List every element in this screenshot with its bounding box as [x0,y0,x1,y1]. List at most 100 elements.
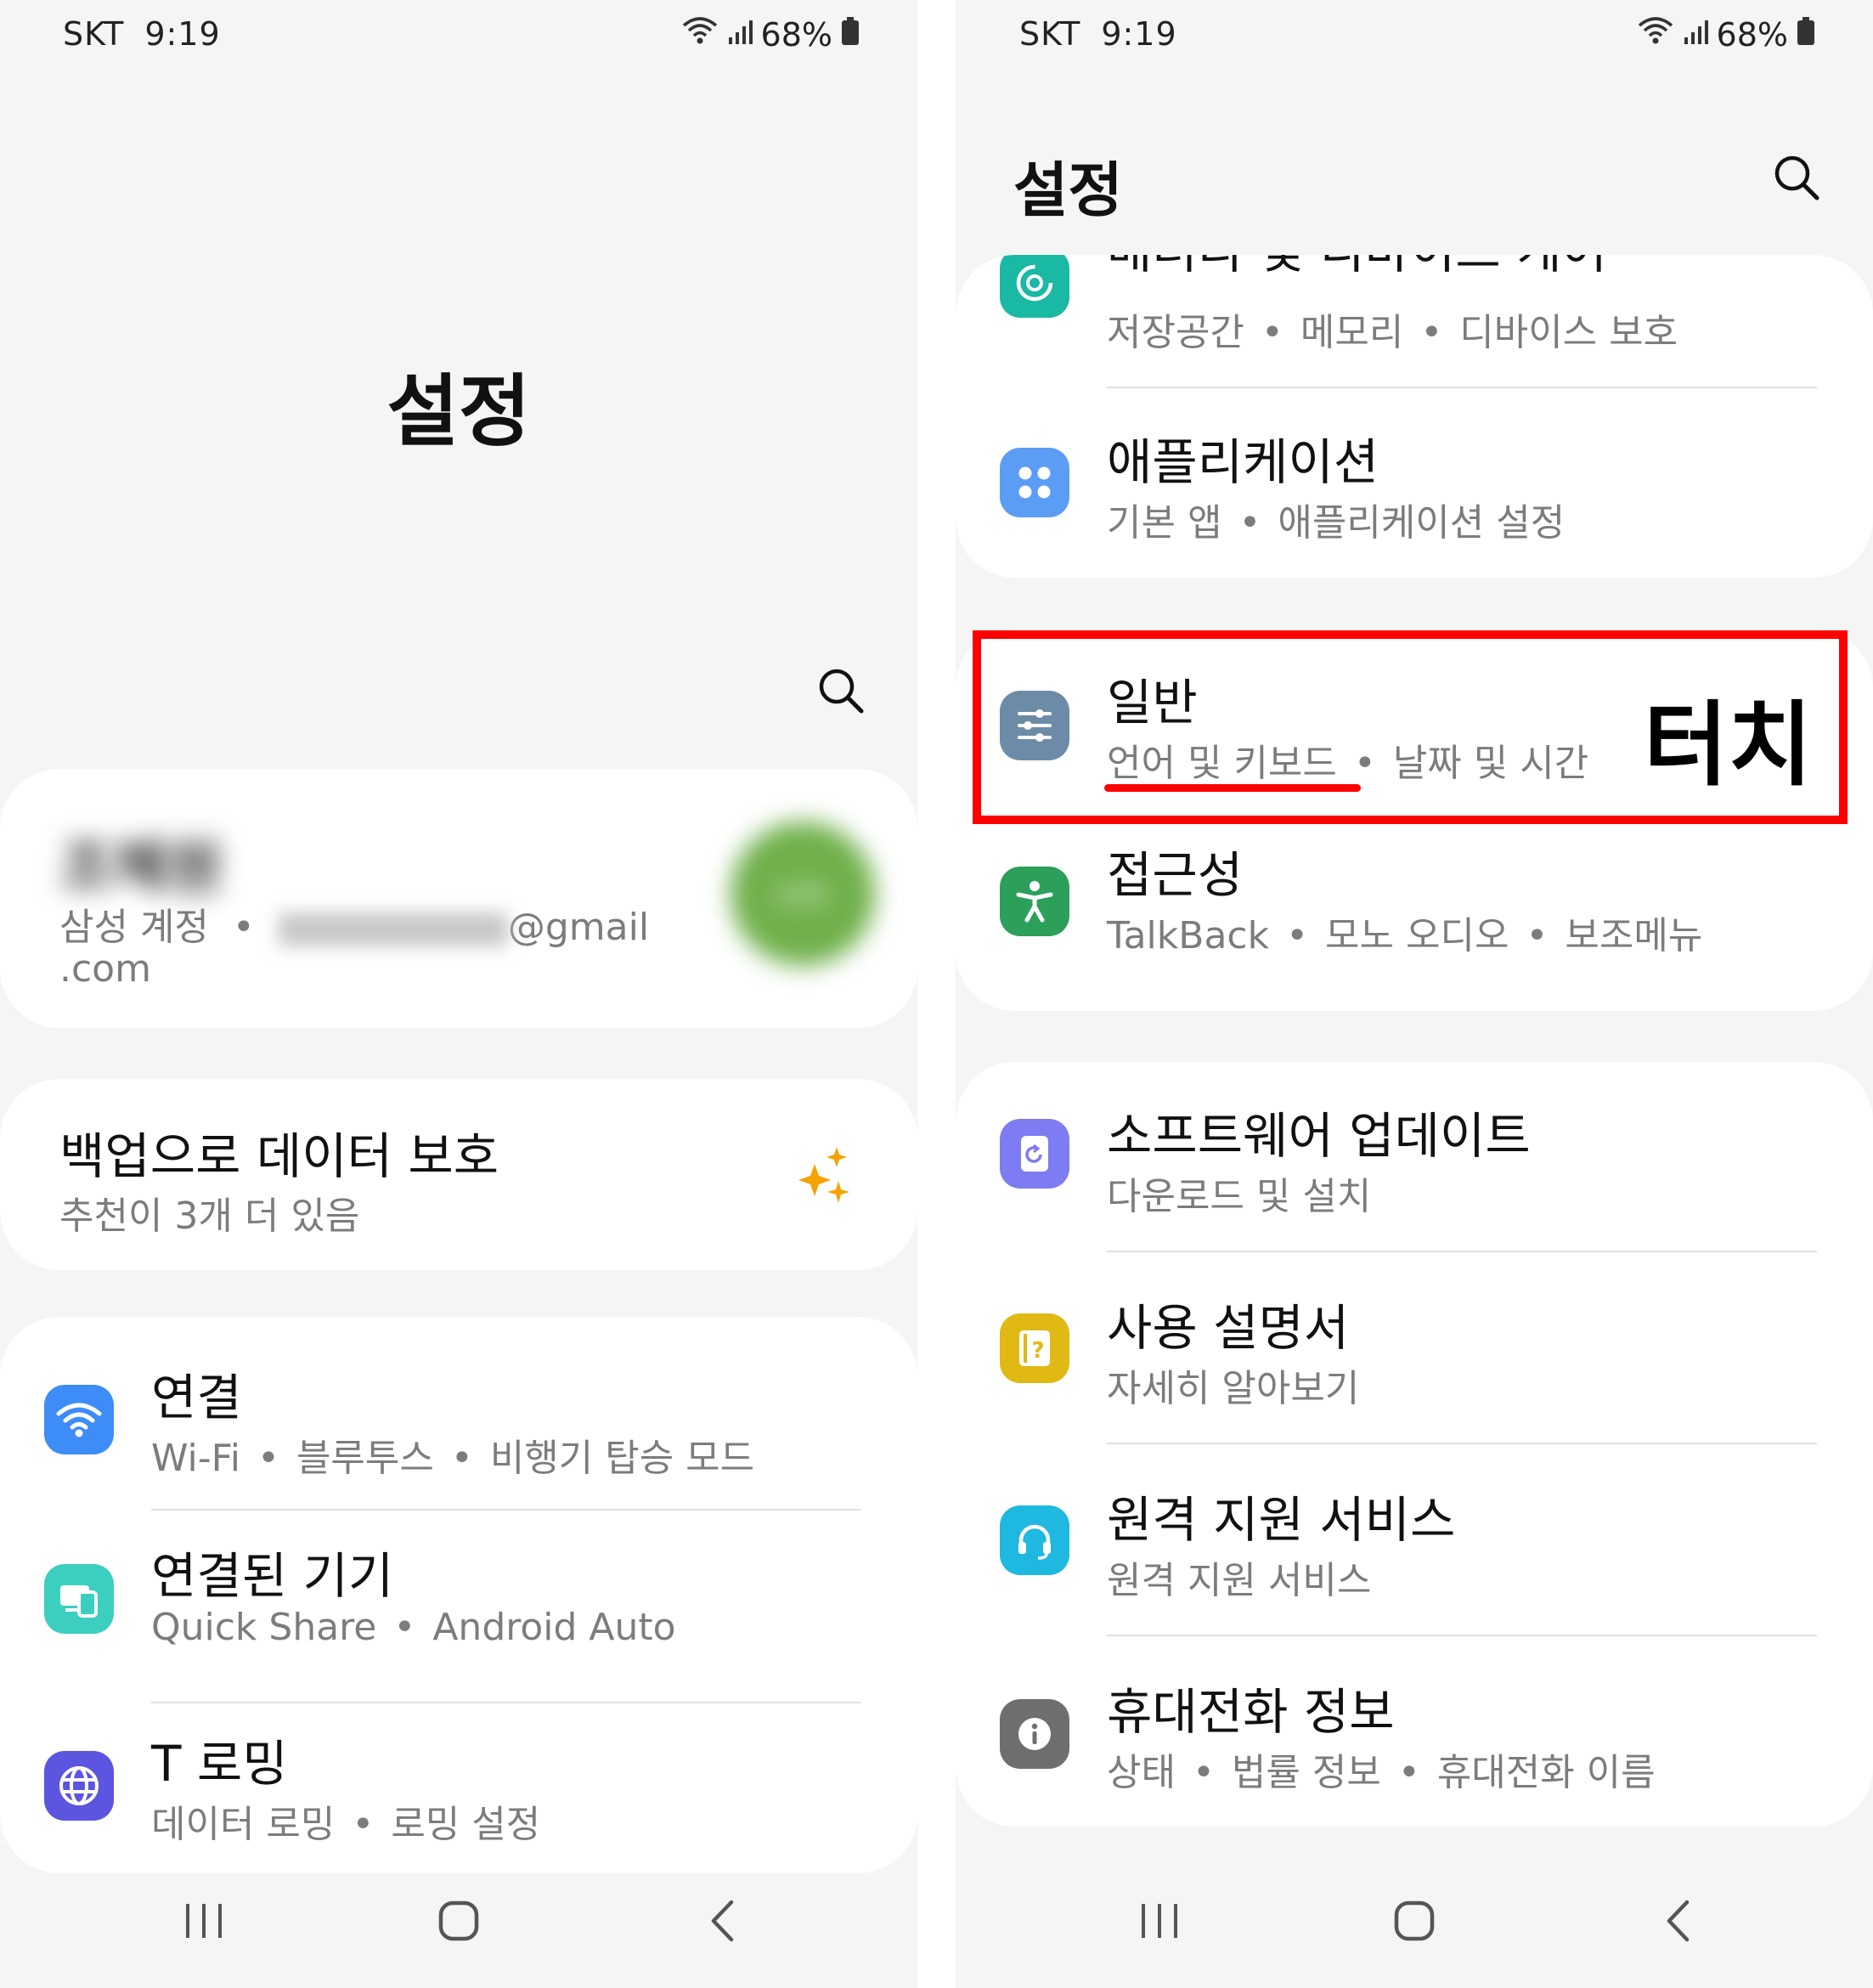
item-sub-wifi: Wi-Fi [151,1437,240,1480]
backup-subtitle: 추천이 3개 더 있음 [59,1194,360,1238]
clock: 9:19 [1101,15,1177,53]
globe-icon [44,1751,114,1821]
item-sub-device-protection: 디바이스 보호 [1459,311,1678,354]
item-title: 연결된 기기 [151,1547,394,1605]
search-button[interactable] [1767,150,1826,209]
item-title: 연결 [151,1369,242,1426]
battery-icon [841,16,860,54]
item-title: T 로밍 [151,1735,288,1793]
back-icon [1665,1900,1690,1946]
clock: 9:19 [144,15,221,53]
item-sub-airplane: 비행기 탑승 모드 [489,1437,755,1480]
item-sub-talkback: TalkBack [1107,914,1270,957]
item-sub-roaming-settings: 로밍 설정 [391,1803,541,1846]
home-button[interactable] [1380,1893,1448,1952]
navigation-bar [956,1861,1873,1988]
wifi-status-icon [1637,15,1674,54]
settings-item-connected-devices[interactable]: 연결된 기기 Quick Share • Android Auto [0,1511,917,1703]
settings-card-3: 소프트웨어 업데이트 다운로드 및 설치 ? 사용 설명서 자세히 알아보기 원… [956,1062,1873,1827]
battery-icon [1797,16,1815,54]
item-sub-app-settings: 애플리케이션 설정 [1278,501,1566,545]
settings-item-accessibility[interactable]: 접근성 TalkBack • 모노 오디오 • 보조메뉴 [956,820,1873,1011]
item-sub-bluetooth: 블루투스 [296,1437,434,1480]
carrier-label: SKT [1019,15,1081,53]
headset-icon [1000,1505,1069,1575]
item-sub-default-apps: 기본 앱 [1107,501,1222,545]
software-update-icon [1000,1119,1069,1189]
home-icon [1394,1900,1435,1945]
status-bar: SKT 9:19 68% [0,15,917,59]
item-sub-mono-audio: 모노 오디오 [1325,914,1509,957]
account-email-tld: .com [59,947,151,991]
home-button[interactable] [425,1893,493,1952]
item-title: 애플리케이션 [1107,433,1379,491]
backup-suggestion-card[interactable]: 백업으로 데이터 보호 추천이 3개 더 있음 [0,1079,917,1270]
samsung-account-card[interactable]: 조혜원 삼성 계정 • @gmail .com JHW [0,769,917,1028]
settings-item-software-update[interactable]: 소프트웨어 업데이트 다운로드 및 설치 [956,1062,1873,1253]
item-sub-remote-support: 원격 지원 서비스 [1107,1559,1372,1602]
apps-icon [1000,448,1069,517]
settings-list-card-left: 연결 Wi-Fi • 블루투스 • 비행기 탑승 모드 연결된 기기 Quick Sha… [0,1317,917,1873]
settings-item-phone-info[interactable]: 휴대전화 정보 상태 • 법률 정보 • 휴대전화 이름 [956,1636,1873,1827]
connected-devices-icon [44,1564,114,1634]
home-icon [438,1900,479,1945]
recent-apps-icon [184,1902,223,1943]
account-label: 삼성 계정 [59,906,209,949]
highlight-underline [1104,784,1361,792]
settings-item-battery-device-care[interactable]: 배터리 및 디바이스 케어 저장공간•메모리•디바이스 보호 [956,255,1873,387]
settings-item-t-roaming[interactable]: T 로밍 데이터 로밍 • 로밍 설정 [0,1703,917,1873]
item-sub-download-install: 다운로드 및 설치 [1107,1175,1372,1218]
item-title: 배터리 및 디바이스 케어 [1107,255,1607,282]
navigation-bar [0,1861,917,1988]
scroll-clip-region: 배터리 및 디바이스 케어 저장공간•메모리•디바이스 보호 애플리케이션 기본… [956,255,1873,578]
item-title: 원격 지원 서비스 [1107,1491,1456,1549]
item-title: 소프트웨어 업데이트 [1107,1107,1531,1165]
page-title: 설정 [1013,155,1123,225]
item-sub-status: 상태 [1107,1751,1176,1794]
carrier-label: SKT [63,15,125,53]
item-title: 접근성 [1107,846,1244,904]
battery-percent: 68% [760,15,832,54]
signal-icon [1683,16,1708,54]
account-email-domain: @gmail [507,906,650,949]
recent-apps-button[interactable] [1125,1893,1193,1952]
recent-apps-button[interactable] [170,1893,238,1952]
settings-item-applications[interactable]: 애플리케이션 기본 앱 • 애플리케이션 설정 [956,388,1873,578]
item-sub-legal-info: 법률 정보 [1231,1751,1381,1794]
item-title: 사용 설명서 [1107,1299,1350,1357]
svg-text:?: ? [1031,1338,1044,1364]
avatar-initials: JHW [778,879,827,908]
settings-item-remote-support[interactable]: 원격 지원 서비스 원격 지원 서비스 [956,1444,1873,1636]
email-local-part-redacted [278,912,508,946]
page-title: 설정 [386,366,531,457]
item-sub-data-roaming: 데이터 로밍 [151,1803,336,1846]
search-button[interactable] [811,663,871,722]
back-icon [709,1900,735,1946]
settings-card-1: 배터리 및 디바이스 케어 저장공간•메모리•디바이스 보호 애플리케이션 기본… [956,255,1873,578]
settings-item-connections[interactable]: 연결 Wi-Fi • 블루투스 • 비행기 탑승 모드 [0,1317,917,1512]
backup-title: 백업으로 데이터 보호 [59,1127,499,1185]
item-sub-memory: 메모리 [1300,311,1404,354]
item-sub-learn-more: 자세히 알아보기 [1107,1367,1360,1410]
settings-item-user-manual[interactable]: ? 사용 설명서 자세히 알아보기 [956,1252,1873,1444]
item-sub-phone-name: 휴대전화 이름 [1436,1751,1656,1794]
left-screen: SKT 9:19 68% 설정 조혜원 삼성 계정 • @gmail .com … [0,0,917,1988]
search-icon [1773,154,1820,205]
item-sub-android-auto: Android Auto [432,1606,676,1649]
item-sub-storage: 저장공간 [1107,311,1244,354]
item-sub-assistant-menu: 보조메뉴 [1565,914,1703,957]
avatar[interactable]: JHW [731,822,875,966]
user-manual-icon: ? [1000,1313,1069,1383]
item-sub-quick-share: Quick Share [151,1606,377,1649]
signal-icon [727,16,753,54]
device-care-icon [1000,255,1069,318]
account-name: 조혜원 [59,833,224,902]
back-button[interactable] [1644,1893,1712,1952]
recent-apps-icon [1140,1902,1179,1943]
touch-annotation: 터치 [1644,692,1813,799]
sparkle-icon [794,1147,854,1213]
item-title: 휴대전화 정보 [1107,1683,1395,1741]
search-icon [817,667,865,718]
wifi-status-icon [681,15,719,54]
back-button[interactable] [688,1893,756,1952]
